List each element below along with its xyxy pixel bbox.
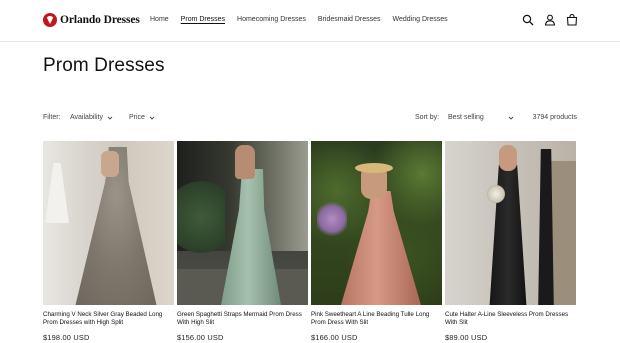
product-grid: Charming V Neck Silver Gray Beaded Long …: [43, 141, 577, 342]
nav-item-wedding-dresses[interactable]: Wedding Dresses: [393, 16, 448, 23]
product-title[interactable]: Cute Halter A-Line Sleeveless Prom Dress…: [445, 311, 576, 328]
availability-filter-label: Availability: [70, 114, 103, 121]
availability-filter[interactable]: Availability: [70, 114, 113, 121]
main-nav: Home Prom Dresses Homecoming Dresses Bri…: [150, 16, 448, 23]
product-image[interactable]: [445, 141, 576, 305]
filter-bar: Filter: Availability Price Sort by: Best…: [43, 114, 577, 126]
product-price: $166.00 USD: [311, 333, 358, 342]
product-image[interactable]: [43, 141, 174, 305]
sort-select-value: Best selling: [448, 114, 484, 121]
price-filter[interactable]: Price: [129, 114, 155, 121]
filter-label: Filter:: [43, 114, 61, 121]
page-title: Prom Dresses: [43, 55, 165, 76]
product-title[interactable]: Green Spaghetti Straps Mermaid Prom Dres…: [177, 311, 308, 328]
nav-item-bridesmaid-dresses[interactable]: Bridesmaid Dresses: [318, 16, 381, 23]
nav-item-home[interactable]: Home: [150, 16, 169, 23]
search-icon[interactable]: [522, 14, 534, 26]
product-image[interactable]: [177, 141, 308, 305]
sort-label: Sort by:: [415, 114, 440, 121]
logo-text: Orlando Dresses: [60, 14, 140, 26]
nav-item-prom-dresses[interactable]: Prom Dresses: [181, 16, 225, 23]
nav-item-homecoming-dresses[interactable]: Homecoming Dresses: [237, 16, 306, 23]
header-icons: [522, 14, 578, 26]
product-price: $156.00 USD: [177, 333, 224, 342]
product-title[interactable]: Charming V Neck Silver Gray Beaded Long …: [43, 311, 174, 328]
product-price: $89.00 USD: [445, 333, 488, 342]
product-count: 3794 products: [532, 114, 577, 121]
chevron-down-icon: [107, 115, 113, 121]
product-card[interactable]: Charming V Neck Silver Gray Beaded Long …: [43, 141, 174, 342]
logo[interactable]: Orlando Dresses: [43, 13, 140, 27]
site-header: Orlando Dresses Home Prom Dresses Homeco…: [0, 0, 620, 42]
logo-mark-icon: [43, 13, 57, 27]
cart-icon[interactable]: [566, 14, 578, 26]
sort-select[interactable]: Best selling: [448, 114, 514, 121]
product-card[interactable]: Cute Halter A-Line Sleeveless Prom Dress…: [445, 141, 576, 342]
chevron-down-icon: [149, 115, 155, 121]
product-card[interactable]: Pink Sweetheart A Line Beading Tulle Lon…: [311, 141, 442, 342]
product-image[interactable]: [311, 141, 442, 305]
product-price: $198.00 USD: [43, 333, 90, 342]
chevron-down-icon: [508, 115, 514, 121]
product-title[interactable]: Pink Sweetheart A Line Beading Tulle Lon…: [311, 311, 442, 328]
product-card[interactable]: Green Spaghetti Straps Mermaid Prom Dres…: [177, 141, 308, 342]
account-icon[interactable]: [544, 14, 556, 26]
price-filter-label: Price: [129, 114, 145, 121]
